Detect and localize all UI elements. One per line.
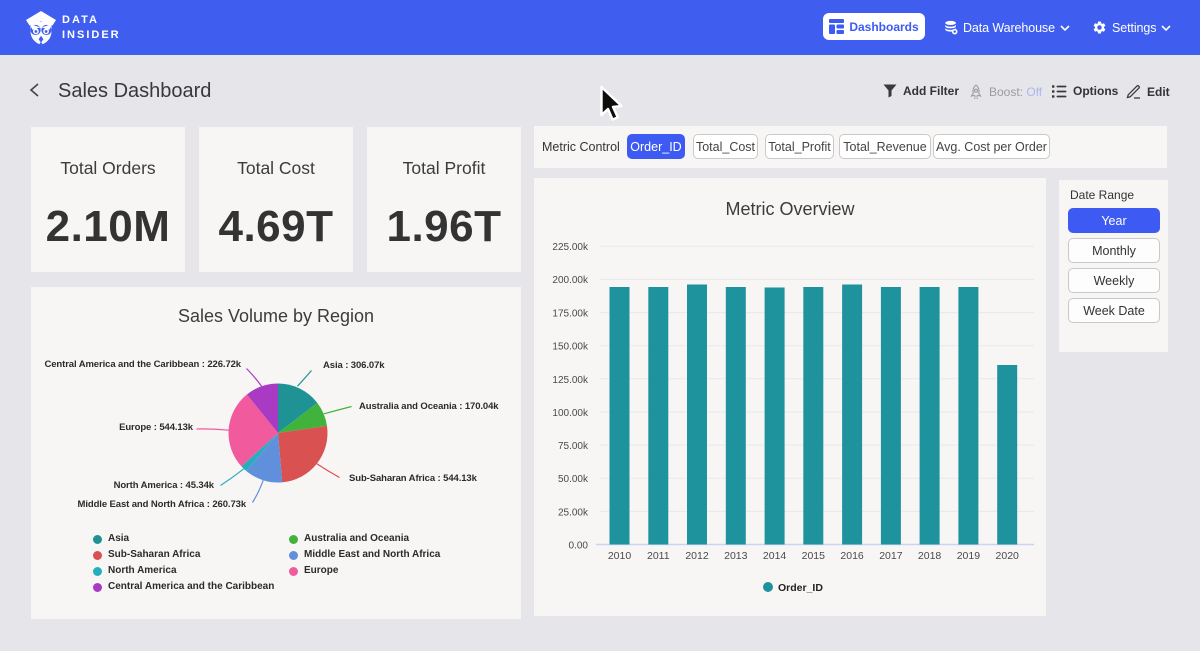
svg-text:2018: 2018 (918, 550, 942, 562)
svg-text:2010: 2010 (608, 550, 632, 562)
svg-text:2016: 2016 (840, 550, 864, 562)
svg-text:0.00: 0.00 (569, 541, 589, 552)
svg-text:2019: 2019 (957, 550, 981, 562)
svg-text:100.00k: 100.00k (552, 408, 589, 419)
svg-text:225.00k: 225.00k (552, 242, 589, 253)
svg-text:75.00k: 75.00k (558, 441, 589, 452)
svg-text:125.00k: 125.00k (552, 375, 589, 386)
svg-text:2011: 2011 (647, 550, 670, 562)
svg-text:2017: 2017 (879, 550, 903, 562)
svg-text:2020: 2020 (996, 550, 1020, 562)
svg-text:50.00k: 50.00k (558, 474, 589, 485)
svg-text:2013: 2013 (724, 550, 748, 562)
svg-text:175.00k: 175.00k (552, 309, 589, 320)
svg-text:200.00k: 200.00k (552, 275, 589, 286)
svg-text:2015: 2015 (802, 550, 826, 562)
svg-text:25.00k: 25.00k (558, 507, 589, 518)
svg-text:2014: 2014 (763, 550, 787, 562)
svg-text:150.00k: 150.00k (552, 342, 589, 353)
svg-text:2012: 2012 (685, 550, 709, 562)
svg-text:Order_ID: Order_ID (778, 582, 823, 594)
